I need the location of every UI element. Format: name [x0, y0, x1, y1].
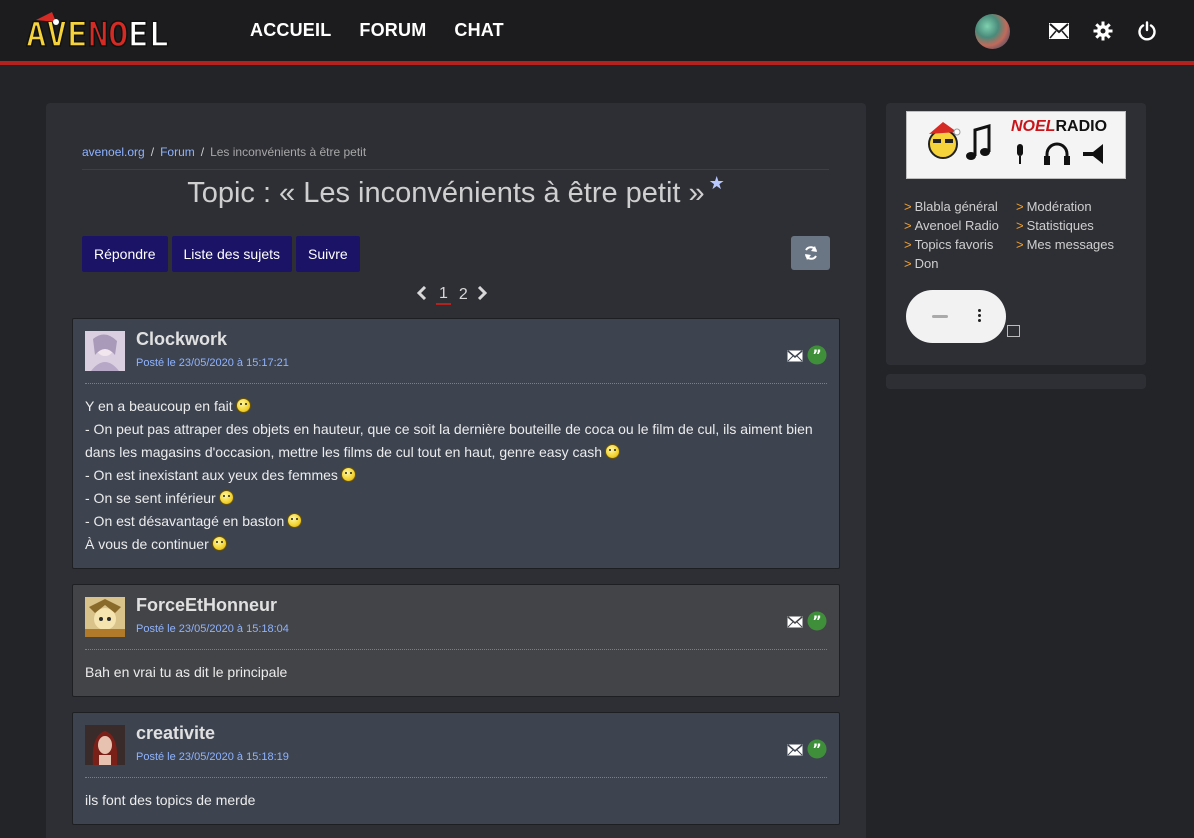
thinking-smiley-icon: [340, 467, 356, 482]
sidebar-link-mes-messages[interactable]: > Mes messages: [1016, 237, 1134, 252]
avenoel-logo[interactable]: AVE N O EL: [25, 12, 226, 56]
radio-title: NOELRADIO: [1011, 118, 1108, 135]
mail-icon[interactable]: [1048, 20, 1070, 42]
post-line: - On est inexistant aux yeux des femmes: [85, 464, 827, 487]
svg-text:EL: EL: [128, 15, 169, 52]
post-tools: ”: [787, 345, 827, 370]
sidebar-panel-secondary: [886, 374, 1146, 389]
author-avatar[interactable]: [85, 331, 125, 371]
sidebar-link-blabla[interactable]: > Blabla général: [904, 199, 1016, 214]
sidebar-link-moderation[interactable]: > Modération: [1016, 199, 1134, 214]
svg-text:”: ”: [812, 742, 821, 758]
page-link-2[interactable]: 2: [459, 286, 468, 304]
post-author[interactable]: Clockwork: [136, 329, 227, 350]
nav-forum[interactable]: FORUM: [359, 20, 426, 41]
top-navbar: AVE N O EL ACCUEIL FORUM CHAT: [0, 0, 1194, 65]
author-avatar[interactable]: [85, 597, 125, 637]
sidebar-panel: NOELRADIO > Blabla général > Modération > A…: [886, 103, 1146, 365]
post-line: Y en a beaucoup en fait: [85, 395, 827, 418]
thinking-smiley-icon: [605, 444, 621, 459]
svg-text:”: ”: [812, 348, 821, 364]
page-title: Topic : « Les inconvénients à être petit…: [46, 173, 866, 210]
reply-button[interactable]: Répondre: [82, 236, 168, 272]
sidebar-link-topics-favoris[interactable]: > Topics favoris: [904, 237, 1016, 252]
sidebar-link-radio[interactable]: > Avenoel Radio: [904, 218, 1016, 233]
post-author[interactable]: creativite: [136, 723, 215, 744]
page-link-1[interactable]: 1: [436, 285, 451, 305]
sidebar-link-statistiques[interactable]: > Statistiques: [1016, 218, 1134, 233]
post-line: ils font des topics de merde: [85, 792, 256, 808]
nav-accueil[interactable]: ACCUEIL: [250, 20, 331, 41]
post-divider: [85, 777, 827, 778]
svg-text:”: ”: [812, 614, 821, 630]
post-line: - On peut pas attraper des objets en hau…: [85, 421, 813, 460]
breadcrumb-home[interactable]: avenoel.org: [82, 145, 145, 159]
popout-icon[interactable]: [1007, 325, 1020, 337]
post-body: ils font des topics de merde: [85, 789, 827, 812]
nav-chat[interactable]: CHAT: [454, 20, 503, 41]
svg-text:O: O: [108, 15, 128, 52]
more-options-icon[interactable]: [978, 309, 982, 323]
post-date[interactable]: Posté le 23/05/2020 à 15:18:19: [136, 751, 289, 763]
post-body: Y en a beaucoup en fait - On peut pas at…: [85, 395, 827, 556]
main-panel: avenoel.org / Forum / Les inconvénients à êt…: [46, 103, 866, 838]
favorite-star-icon[interactable]: ★: [709, 173, 725, 193]
thinking-smiley-icon: [235, 398, 251, 413]
topic-actions: Répondre Liste des sujets Suivre: [82, 236, 360, 272]
prev-page-chevron-icon[interactable]: [416, 285, 428, 305]
radio-player-widget[interactable]: [906, 290, 1006, 343]
quote-icon[interactable]: ”: [807, 739, 827, 764]
post-line: - On se sent inférieur: [85, 487, 827, 510]
pagination: 1 2: [416, 285, 488, 305]
quote-icon[interactable]: ”: [807, 611, 827, 636]
topic-title-text: Topic : « Les inconvénients à être petit…: [187, 177, 705, 209]
post-divider: [85, 383, 827, 384]
refresh-icon: [804, 246, 817, 260]
post-tools: ”: [787, 611, 827, 636]
post-date[interactable]: Posté le 23/05/2020 à 15:17:21: [136, 357, 289, 369]
private-message-icon[interactable]: [787, 349, 803, 367]
breadcrumb-separator: /: [150, 145, 155, 159]
svg-text:N: N: [88, 15, 108, 52]
post-body: Bah en vrai tu as dit le principale: [85, 661, 827, 684]
smile-smiley-icon: [211, 536, 227, 551]
quote-icon[interactable]: ”: [807, 345, 827, 370]
next-page-chevron-icon[interactable]: [476, 285, 488, 305]
post-tools: ”: [787, 739, 827, 764]
author-avatar[interactable]: [85, 725, 125, 765]
forum-post: ForceEtHonneur Posté le 23/05/2020 à 15:…: [72, 584, 840, 697]
refresh-button[interactable]: [791, 236, 830, 270]
sidebar-links: > Blabla général > Modération > Avenoel Rad…: [904, 199, 1134, 271]
gear-icon[interactable]: [1092, 20, 1114, 42]
follow-button[interactable]: Suivre: [296, 236, 360, 272]
thinking-smiley-icon: [218, 490, 234, 505]
breadcrumb-current: Les inconvénients à être petit: [210, 145, 367, 159]
sidebar-link-don[interactable]: > Don: [904, 256, 1016, 271]
minimize-icon[interactable]: [932, 315, 948, 318]
topic-list-button[interactable]: Liste des sujets: [171, 236, 292, 272]
post-divider: [85, 649, 827, 650]
breadcrumb-separator: /: [200, 145, 205, 159]
forum-post: creativite Posté le 23/05/2020 à 15:18:1…: [72, 712, 840, 825]
user-toolbar: [975, 13, 1158, 49]
breadcrumb: avenoel.org / Forum / Les inconvénients à êt…: [82, 145, 829, 170]
thinking-smiley-icon: [287, 513, 303, 528]
post-date[interactable]: Posté le 23/05/2020 à 15:18:04: [136, 623, 289, 635]
private-message-icon[interactable]: [787, 615, 803, 633]
main-nav: ACCUEIL FORUM CHAT: [250, 0, 504, 60]
forum-post: Clockwork Posté le 23/05/2020 à 15:17:21…: [72, 318, 840, 569]
post-author[interactable]: ForceEtHonneur: [136, 595, 277, 616]
post-line: - On est désavantagé en baston: [85, 510, 827, 533]
post-line: Bah en vrai tu as dit le principale: [85, 664, 288, 680]
user-avatar[interactable]: [975, 13, 1010, 49]
breadcrumb-forum[interactable]: Forum: [160, 145, 195, 159]
post-line: À vous de continuer: [85, 533, 827, 556]
private-message-icon[interactable]: [787, 743, 803, 761]
power-icon[interactable]: [1136, 20, 1158, 42]
noel-radio-banner[interactable]: NOELRADIO: [906, 111, 1126, 179]
